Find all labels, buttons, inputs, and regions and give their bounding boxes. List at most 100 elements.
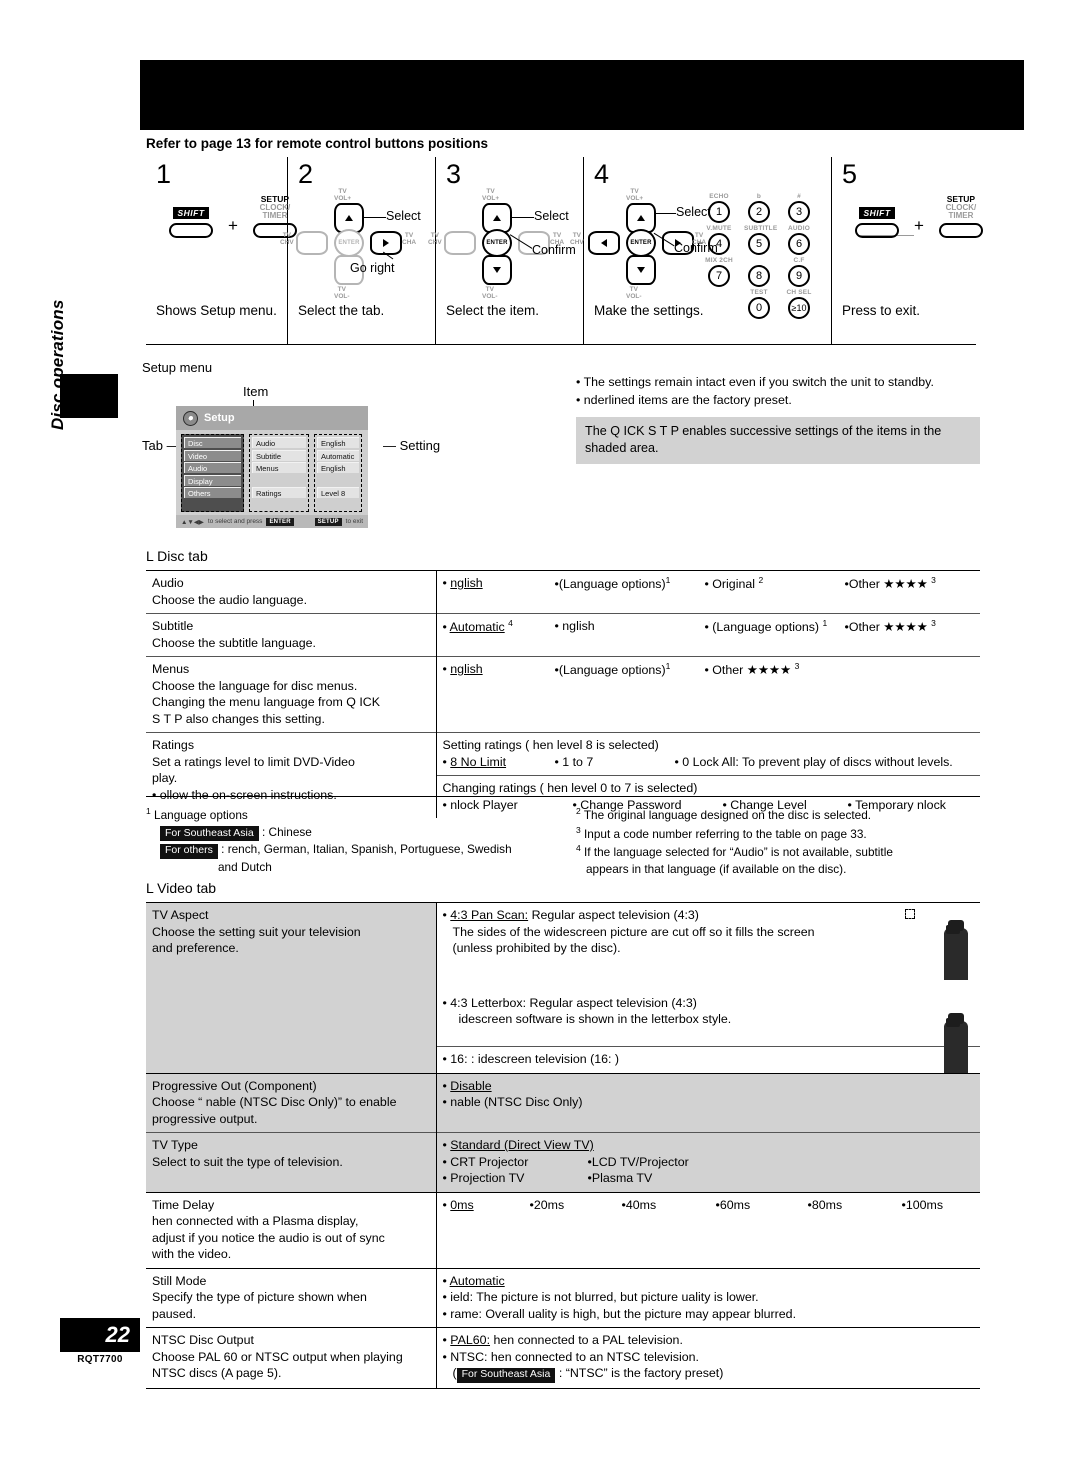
option[interactable]: •LCD TV/Projector — [588, 1154, 689, 1171]
option[interactable]: • 4:3 Pan Scan: Regular aspect televisio… — [443, 907, 835, 924]
page-number: 22 — [60, 1318, 140, 1352]
option[interactable]: • ield: The picture is not blurred, but … — [443, 1289, 975, 1306]
option[interactable]: • (Language options) 1 — [705, 618, 845, 636]
step-1: 1 SHIFT + SETUP CLOCK/ TIMER Shows Setup… — [146, 157, 297, 345]
setup-setting-column: English Automatic English Level 8 — [314, 434, 362, 512]
shift-key[interactable]: SHIFT — [848, 203, 906, 238]
dpad-left-button[interactable] — [296, 231, 328, 255]
dpad-left-button[interactable] — [444, 231, 476, 255]
setup-tab-audio[interactable]: Audio — [184, 462, 241, 473]
plus-sign: + — [228, 215, 238, 235]
key-1[interactable]: 1 — [708, 201, 730, 223]
option[interactable]: • 4:3 Letterbox: Regular aspect televisi… — [443, 995, 835, 1012]
option[interactable]: • NTSC: hen connected to an NTSC televis… — [443, 1349, 975, 1366]
footnotes-right: 2 The original language designed on the … — [576, 805, 980, 878]
footer-hint-exit: to exit — [345, 518, 363, 525]
setup-item-audio[interactable]: Audio — [252, 437, 306, 448]
enter-button[interactable]: ENTER — [626, 229, 656, 257]
dpad-right-button[interactable] — [370, 231, 402, 255]
option[interactable]: • 0 Lock All: To prevent play of discs w… — [675, 754, 953, 771]
enter-button[interactable]: ENTER — [482, 229, 512, 257]
option[interactable]: • 1 to 7 — [555, 754, 675, 771]
setup-setting-ratings[interactable]: Level 8 — [317, 487, 359, 498]
key-5[interactable]: 5 — [748, 233, 770, 255]
key-0[interactable]: 0 — [748, 297, 770, 319]
panscan-thumbnail-cell — [840, 902, 980, 991]
option[interactable]: • Automatic — [443, 1273, 975, 1290]
setup-item-subtitle[interactable]: Subtitle — [252, 449, 306, 461]
shift-key-shape — [855, 222, 899, 238]
key-top-label: MIX 2CH — [705, 257, 733, 264]
table-row-ratings: Ratings Set a ratings level to limit DVD… — [146, 732, 980, 818]
key-4[interactable]: 4 — [708, 233, 730, 255]
option[interactable]: • 8 No Limit — [443, 754, 555, 771]
option[interactable]: • Disable — [443, 1078, 975, 1095]
option[interactable]: • CRT Projector — [443, 1154, 588, 1171]
option[interactable]: •(Language options)1 — [555, 661, 705, 679]
triangle-up-icon — [637, 215, 645, 221]
key-6[interactable]: 6 — [788, 233, 810, 255]
option[interactable]: •100ms — [902, 1197, 944, 1214]
dpad-left-button[interactable] — [588, 231, 620, 255]
setting-desc: Choose PAL 60 or NTSC output when playin… — [152, 1349, 403, 1364]
option[interactable]: •20ms — [530, 1197, 622, 1214]
option-desc: The sides of the widescreen picture are … — [452, 924, 815, 939]
option[interactable]: • rame: Overall uality is high, but the … — [443, 1306, 975, 1323]
option[interactable]: •(Language options)1 — [555, 575, 705, 593]
option[interactable]: • Other ★★★★ 3 — [705, 661, 800, 679]
setting-name: Progressive Out (Component) — [152, 1078, 317, 1093]
option[interactable]: • nglish — [443, 661, 555, 679]
option[interactable]: • Projection TV — [443, 1170, 588, 1187]
dpad-down-button[interactable] — [626, 255, 656, 285]
setup-item-column: Audio Subtitle Menus Ratings — [249, 434, 309, 512]
key-over10[interactable]: ≥10 — [788, 297, 810, 319]
option-label: ield: The picture is not blurred, but pi… — [450, 1290, 759, 1304]
setup-setting-subtitle[interactable]: Automatic — [317, 449, 359, 461]
key-3[interactable]: 3 — [788, 201, 810, 223]
option[interactable]: •80ms — [808, 1197, 902, 1214]
key-top-label: AUDIO — [788, 225, 810, 232]
shift-key[interactable]: SHIFT — [162, 203, 220, 238]
option[interactable]: •40ms — [622, 1197, 716, 1214]
setup-key[interactable]: SETUP CLOCK/ TIMER — [932, 195, 990, 238]
key-7[interactable]: 7 — [708, 265, 730, 287]
footnote-marker: 1 — [665, 661, 671, 671]
option[interactable]: • PAL60: hen connected to a PAL televisi… — [443, 1332, 975, 1349]
options-list: • Projection TV •Plasma TV — [443, 1170, 975, 1187]
table-row: Subtitle Choose the subtitle language. •… — [146, 613, 980, 657]
option[interactable]: • nable (NTSC Disc Only) — [443, 1094, 975, 1111]
setup-tab-display[interactable]: Display — [184, 474, 241, 486]
notes-block: • The settings remain intact even if you… — [576, 374, 980, 464]
setup-item-menus[interactable]: Menus — [252, 462, 306, 473]
preset-text: : “NTSC” is the factory preset) — [558, 1366, 724, 1380]
option[interactable]: • nglish — [443, 575, 555, 593]
option[interactable]: • 0ms — [443, 1197, 530, 1214]
option[interactable]: •Plasma TV — [588, 1170, 653, 1187]
factory-preset-note: (For Southeast Asia : “NTSC” is the fact… — [443, 1365, 975, 1383]
row-label-cell: Still Mode Specify the type of picture s… — [146, 1267, 437, 1328]
setup-setting-audio[interactable]: English — [317, 437, 359, 448]
option[interactable]: •Other ★★★★ 3 — [845, 575, 936, 593]
option[interactable]: • nglish — [555, 618, 705, 636]
plus-sign: + — [914, 215, 924, 235]
option[interactable]: •60ms — [716, 1197, 808, 1214]
key-top-label: V.MUTE — [706, 225, 732, 232]
dpad-down-button[interactable] — [482, 255, 512, 285]
option[interactable]: • Original 2 — [705, 575, 845, 593]
option[interactable]: • Standard (Direct View TV) — [443, 1137, 975, 1154]
option-label: 80ms — [811, 1197, 843, 1212]
setup-tab-others[interactable]: Others — [184, 487, 241, 498]
option[interactable]: • Automatic 4 — [443, 618, 555, 636]
option[interactable]: • 16: : idescreen television (16: ) — [443, 1051, 975, 1068]
shift-key-label: SHIFT — [859, 206, 895, 219]
setup-setting-menus[interactable]: English — [317, 462, 359, 473]
key-8[interactable]: 8 — [748, 265, 770, 287]
section-marker-block — [60, 374, 118, 418]
key-9[interactable]: 9 — [788, 265, 810, 287]
option[interactable]: •Other ★★★★ 3 — [845, 618, 936, 636]
enter-button[interactable]: ENTER — [334, 229, 364, 257]
setup-item-ratings[interactable]: Ratings — [252, 487, 306, 498]
key-2[interactable]: 2 — [748, 201, 770, 223]
setup-tab-disc[interactable]: Disc — [184, 437, 241, 448]
setup-tab-video[interactable]: Video — [184, 449, 241, 461]
